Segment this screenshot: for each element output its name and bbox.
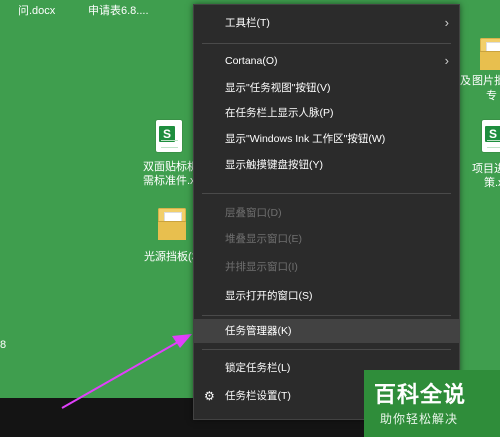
menu-item-stack: 堆叠显示窗口(E) [225,233,302,245]
chevron-right-icon: › [444,53,449,68]
menu-item-show-task-view[interactable]: 显示"任务视图"按钮(V) [194,76,459,100]
menu-item-show-people[interactable]: 在任务栏上显示人脉(P) [194,101,459,125]
watermark-logo: 百科全说 助你轻松解决 [364,370,500,437]
menu-separator [202,315,451,316]
menu-item-cortana[interactable]: Cortana(O) › [194,49,459,73]
menu-separator [202,349,451,350]
watermark-title: 百科全说 [374,382,467,407]
menu-item-touch-keyboard[interactable]: 显示触摸键盘按钮(Y) [194,153,459,177]
watermark-subtitle: 助你轻松解决 [380,412,459,426]
menu-item-side-by-side: 并排显示窗口(I) [225,261,298,273]
menu-item-show-desktop-windows[interactable]: 显示打开的窗口(S) [194,284,459,308]
chevron-right-icon: › [444,15,449,30]
menu-item-cascade: 层叠窗口(D) [225,207,282,219]
menu-item-toolbars[interactable]: 工具栏(T) › [194,11,459,35]
taskbar-context-menu: 工具栏(T) › Cortana(O) › 显示"任务视图"按钮(V) 在任务栏… [193,4,460,420]
menu-item-windows-ink[interactable]: 显示"Windows Ink 工作区"按钮(W) [194,127,459,151]
menu-separator [202,43,451,44]
menu-item-task-manager[interactable]: 任务管理器(K) [194,319,459,343]
menu-separator [202,193,451,194]
gear-icon: ⚙ [204,389,215,403]
